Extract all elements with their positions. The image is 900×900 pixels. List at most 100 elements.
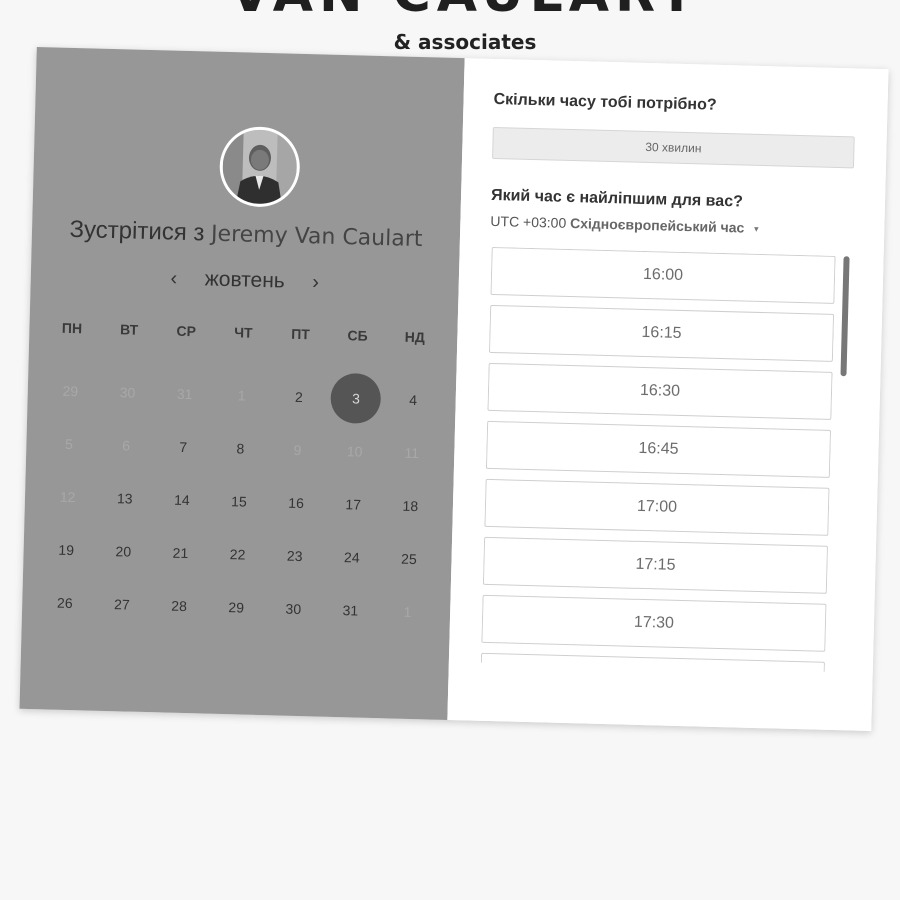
calendar-day-number: 4: [409, 391, 418, 408]
host-avatar: [218, 125, 301, 208]
calendar-day[interactable]: 21: [151, 525, 210, 579]
calendar-day[interactable]: 28: [150, 578, 209, 632]
calendar-day[interactable]: 19: [37, 522, 96, 576]
prev-month-icon[interactable]: ‹: [163, 267, 186, 291]
calendar-day-number: 29: [62, 382, 79, 399]
time-slot-button[interactable]: 17:45: [480, 652, 825, 672]
calendar-day[interactable]: 15: [210, 474, 269, 528]
calendar-day-number: 31: [342, 601, 359, 619]
calendar-day-number: 21: [172, 544, 189, 561]
weekday-label: ПТ: [290, 325, 311, 343]
calendar-panel: Зустрітися з Jeremy Van Caulart ‹ жовтен…: [19, 46, 465, 720]
calendar-day-number: 27: [113, 595, 130, 613]
calendar-day[interactable]: 24: [323, 530, 382, 584]
timezone-selector[interactable]: UTC +03:00 Східноєвропейський час ▾: [490, 213, 759, 236]
timezone-offset: UTC +03:00: [490, 212, 567, 231]
host-name: Jeremy Van Caulart: [210, 221, 423, 253]
calendar-day-number: 19: [58, 541, 75, 558]
calendar-day[interactable]: 29: [207, 580, 266, 634]
calendar-day: 9: [268, 422, 327, 476]
calendar-day[interactable]: 30: [264, 581, 323, 635]
calendar-day-number: 25: [400, 550, 417, 567]
calendar-day[interactable]: 2: [270, 369, 329, 423]
calendar-day-selected[interactable]: 3: [327, 371, 386, 425]
time-slot-button[interactable]: 17:15: [482, 536, 829, 594]
timezone-name: Східноєвропейський час: [569, 214, 745, 236]
meeting-title: Зустрітися з Jeremy Van Caulart: [32, 215, 461, 254]
calendar-day[interactable]: 7: [154, 419, 213, 473]
calendar-day-number: 2: [294, 388, 303, 405]
calendar-day: 11: [382, 425, 441, 479]
calendar-day-number: 28: [171, 597, 188, 614]
calendar-day: 31: [155, 366, 214, 420]
calendar-day-number: 17: [345, 495, 362, 513]
brand-logo-text: VAN CAULART: [230, 0, 700, 24]
calendar-day[interactable]: 25: [380, 531, 439, 585]
calendar-day-number: 13: [116, 489, 133, 507]
time-slot-scrollbar[interactable]: [840, 256, 850, 377]
calendar-day[interactable]: 17: [324, 477, 383, 531]
calendar-day-number: 23: [286, 547, 303, 564]
calendar-day[interactable]: 4: [384, 372, 443, 426]
duration-question: Скільки часу тобі потрібно?: [493, 90, 717, 114]
calendar-day-number: 31: [176, 385, 193, 402]
calendar-day[interactable]: 22: [208, 527, 267, 581]
weekday-label: ПН: [61, 319, 83, 337]
calendar-day[interactable]: 14: [153, 472, 212, 526]
weekday-label: НД: [404, 328, 426, 346]
time-slot-button[interactable]: 16:30: [487, 362, 833, 420]
time-slot-button[interactable]: 17:30: [481, 594, 827, 652]
calendar-day[interactable]: 26: [36, 575, 95, 629]
time-slot-button[interactable]: 16:00: [490, 246, 836, 304]
calendar-day: 10: [325, 424, 384, 478]
calendar-day[interactable]: 31: [321, 583, 380, 637]
calendar-days-grid: 29 30 31 1 2 3 4 5 6 7 8 9 10 11 12 13 14 15 16 17 18 19 20 21 2…: [36, 363, 443, 638]
next-month-icon[interactable]: ›: [304, 271, 327, 295]
calendar-day-number: 22: [229, 545, 246, 563]
booking-card: Зустрітися з Jeremy Van Caulart ‹ жовтен…: [19, 46, 889, 732]
calendar-day[interactable]: 20: [94, 524, 153, 578]
calendar-day-number: 18: [402, 497, 419, 514]
duration-selector[interactable]: 30 хвилин: [492, 126, 855, 169]
calendar-day[interactable]: 8: [211, 421, 270, 475]
caret-down-icon: ▾: [754, 223, 759, 234]
calendar-day[interactable]: 18: [381, 478, 440, 532]
time-slot-button[interactable]: 17:00: [484, 478, 830, 536]
current-month-label: жовтень: [204, 267, 286, 293]
weekday-label: СР: [176, 322, 197, 340]
calendar-day: 6: [97, 418, 156, 472]
calendar-day[interactable]: 16: [267, 475, 326, 529]
calendar-day-number: 26: [56, 594, 73, 611]
calendar-day-number: 1: [403, 603, 412, 620]
weekday-label: ЧТ: [233, 324, 253, 341]
calendar-day-number: 30: [285, 600, 302, 617]
weekday-label: СБ: [347, 327, 368, 344]
calendar-day-number: 5: [64, 435, 74, 452]
calendar-day-number: 20: [115, 542, 132, 560]
time-slot-button[interactable]: 16:45: [485, 420, 832, 478]
calendar-day-number: 10: [346, 442, 363, 460]
time-slot-button[interactable]: 16:15: [488, 304, 835, 362]
calendar-day-number: 1: [237, 386, 246, 404]
calendar-day-number: 14: [173, 491, 190, 508]
calendar-day[interactable]: 23: [265, 528, 324, 582]
calendar-day-number: 29: [228, 598, 245, 616]
brand-subtitle: & associates: [393, 30, 537, 54]
weekday-header-row: ПН ВТ СР ЧТ ПТ СБ НД: [43, 319, 443, 349]
calendar-day-number: 7: [179, 438, 188, 455]
calendar-day: 1: [378, 584, 437, 638]
weekday-label: ВТ: [119, 321, 139, 338]
calendar-day-number: 6: [122, 436, 131, 454]
calendar-day[interactable]: 13: [95, 471, 154, 525]
calendar-day-number: 15: [230, 492, 247, 510]
month-navigation: ‹ жовтень ›: [31, 263, 459, 298]
calendar-day-number: 9: [293, 441, 302, 458]
calendar-day-number: 8: [236, 439, 245, 457]
calendar-day: 12: [38, 469, 97, 523]
calendar-day[interactable]: 27: [93, 577, 152, 631]
time-question: Який час є найліпшим для вас?: [490, 186, 744, 211]
calendar-day: 1: [213, 368, 272, 422]
meeting-prefix: Зустрітися з: [69, 215, 205, 247]
calendar-day-number: 12: [59, 488, 76, 505]
calendar-day-number: 16: [288, 494, 305, 511]
